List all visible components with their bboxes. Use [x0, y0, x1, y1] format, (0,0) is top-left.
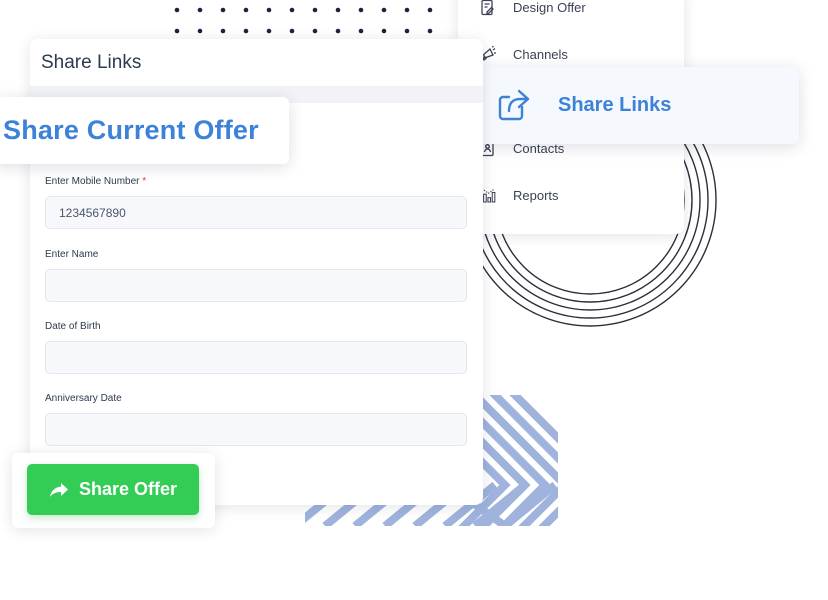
card-title: Share Links — [30, 39, 483, 87]
share-offer-container: Share Offer — [12, 453, 215, 528]
share-links-icon — [495, 87, 533, 125]
menu-item-label: Design Offer — [513, 0, 586, 15]
mobile-number-field: Enter Mobile Number * 1234567890 — [45, 176, 467, 229]
name-label: Enter Name — [45, 249, 99, 260]
name-field: Enter Name — [45, 249, 467, 302]
dob-label: Date of Birth — [45, 321, 101, 332]
dot-pattern-decoration — [174, 7, 433, 34]
share-arrow-icon — [49, 482, 69, 498]
menu-item-channels[interactable]: Channels — [478, 42, 568, 66]
dob-field: Date of Birth — [45, 321, 467, 374]
menu-item-reports[interactable]: Reports — [478, 183, 559, 207]
share-offer-label: Share Offer — [78, 479, 178, 499]
menu-item-label: Channels — [513, 46, 568, 62]
mobile-number-label: Enter Mobile Number * — [45, 176, 147, 187]
anniversary-input[interactable] — [45, 413, 467, 446]
share-current-offer-title: Share Current Offer — [0, 97, 289, 164]
menu-item-design-offer[interactable]: Design Offer — [478, 0, 586, 19]
menu-item-label: Reports — [513, 187, 559, 203]
share-offer-button[interactable]: Share Offer — [27, 464, 199, 515]
anniversary-label: Anniversary Date — [45, 393, 122, 404]
mobile-number-input[interactable]: 1234567890 — [45, 196, 467, 229]
name-input[interactable] — [45, 269, 467, 302]
share-links-label: Share Links — [558, 94, 672, 116]
dob-input[interactable] — [45, 341, 467, 374]
menu-item-share-links[interactable]: Share Links — [466, 67, 799, 144]
required-mark: * — [142, 176, 147, 187]
anniversary-field: Anniversary Date — [45, 393, 467, 446]
design-offer-icon — [478, 0, 497, 17]
